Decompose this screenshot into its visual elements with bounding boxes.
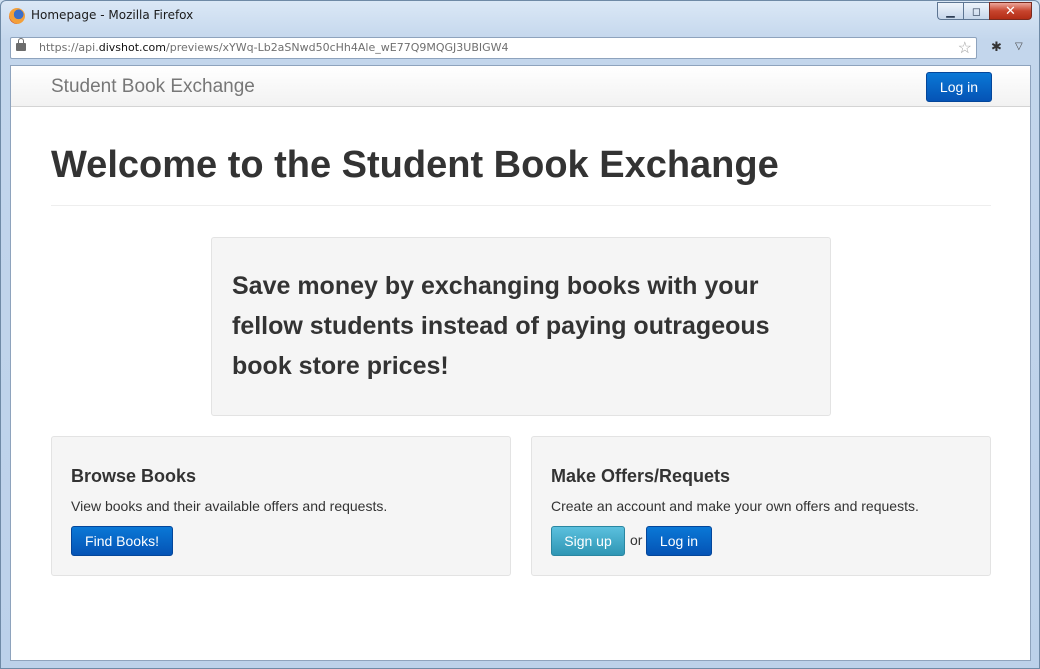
page-title: Welcome to the Student Book Exchange [51, 144, 779, 186]
lock-icon [16, 38, 26, 51]
navbar-login-button[interactable]: Log in [926, 72, 992, 102]
url-domain: divshot.com [98, 41, 167, 54]
title-bar: Homepage - Mozilla Firefox ▁ ◻ ✕ [1, 1, 1039, 31]
find-books-button[interactable]: Find Books! [71, 526, 173, 556]
chevron-down-icon[interactable]: ▽ [1015, 41, 1023, 52]
browse-books-heading: Browse Books [71, 466, 197, 486]
sign-up-button[interactable]: Sign up [551, 526, 625, 556]
brand-link[interactable]: Student Book Exchange [51, 76, 255, 98]
browser-window: Homepage - Mozilla Firefox ▁ ◻ ✕ https:/… [0, 0, 1040, 669]
offers-heading: Make Offers/Requets [551, 466, 731, 486]
bookmark-star-icon[interactable]: ☆ [958, 38, 972, 58]
firefox-icon [9, 8, 25, 24]
close-button[interactable]: ✕ [989, 2, 1032, 20]
minimize-button[interactable]: ▁ [937, 2, 963, 20]
window-controls: ▁ ◻ ✕ [937, 2, 1032, 21]
navbar: Student Book Exchange Log in [11, 66, 1030, 107]
url-bar[interactable]: https://api.divshot.com/previews/xYWq-Lb… [10, 37, 977, 59]
url-text[interactable]: https://api.divshot.com/previews/xYWq-Lb… [39, 41, 509, 54]
or-separator: or [630, 532, 643, 548]
addon-icon[interactable]: ✱ [991, 39, 1002, 55]
url-prefix: https://api. [39, 41, 99, 54]
offers-card: Make Offers/Requets Create an account an… [531, 436, 991, 576]
divider [51, 205, 991, 206]
maximize-button[interactable]: ◻ [963, 2, 989, 20]
window-title: Homepage - Mozilla Firefox [31, 8, 194, 22]
page-viewport: Student Book Exchange Log in Welcome to … [10, 65, 1031, 661]
hero-well: Save money by exchanging books with your… [211, 237, 831, 416]
hero-text: Save money by exchanging books with your… [232, 272, 770, 380]
offers-description: Create an account and make your own offe… [551, 498, 919, 514]
login-button[interactable]: Log in [646, 526, 712, 556]
browse-books-description: View books and their available offers an… [71, 498, 388, 514]
browse-books-card: Browse Books View books and their availa… [51, 436, 511, 576]
url-path: /previews/xYWq-Lb2aSNwd50cHh4Ale_wE77Q9M… [166, 41, 509, 54]
